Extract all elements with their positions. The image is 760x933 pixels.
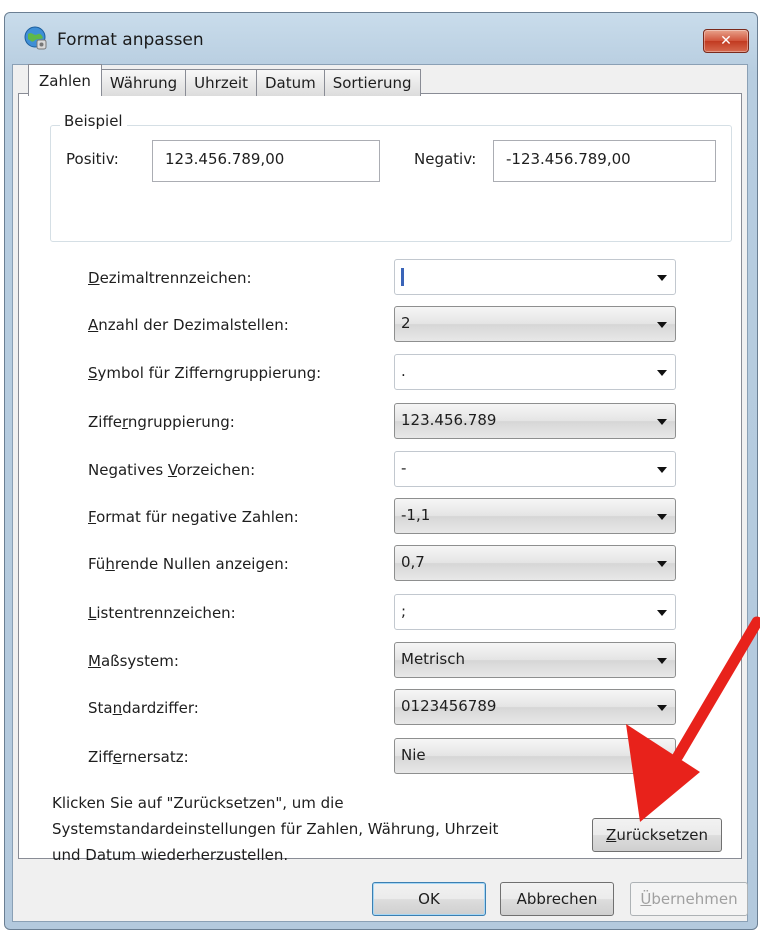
negative-label: Negativ:	[414, 150, 477, 168]
combobox-value: ;	[401, 602, 407, 620]
apply-button[interactable]: Übernehmen	[630, 882, 748, 916]
combobox-value: Nie	[401, 746, 426, 764]
dropdown-arrow-icon[interactable]	[657, 705, 667, 711]
apply-button-accesskey: Ü	[640, 890, 652, 908]
setting-label-text: ngruppierung:	[127, 413, 235, 431]
setting-combobox-3[interactable]: 123.456.789	[394, 403, 676, 439]
tab-zahlen[interactable]: Zahlen	[28, 64, 102, 96]
dropdown-arrow-icon[interactable]	[657, 275, 667, 281]
setting-label-text: ymbol für Zifferngruppierung:	[97, 364, 322, 382]
reset-hint-text: Klicken Sie auf "Zurücksetzen", um die S…	[52, 790, 572, 868]
example-group-title: Beispiel	[60, 112, 127, 130]
reset-hint-line-2: Systemstandardeinstellungen für Zahlen, …	[52, 820, 499, 838]
setting-combobox-2[interactable]: .	[394, 354, 676, 390]
setting-label-1: Anzahl der Dezimalstellen:	[88, 316, 289, 334]
combobox-value: 0123456789	[401, 697, 497, 715]
setting-label-accesskey: F	[88, 508, 97, 526]
setting-label-0: Dezimaltrennzeichen:	[88, 269, 252, 287]
tab-uhrzeit[interactable]: Uhrzeit	[185, 69, 257, 96]
setting-label-6: Führende Nullen anzeigen:	[88, 555, 289, 573]
tab-strip: Zahlen Währung Uhrzeit Datum Sortierung	[28, 64, 421, 96]
dropdown-arrow-icon[interactable]	[657, 467, 667, 473]
setting-label-text: Ziff	[88, 748, 113, 766]
combobox-value: -	[401, 459, 407, 477]
globe-icon	[24, 26, 47, 50]
dropdown-arrow-icon[interactable]	[657, 322, 667, 328]
negative-example-field: -123.456.789,00	[493, 140, 716, 182]
tab-sortierung[interactable]: Sortierung	[323, 69, 421, 96]
setting-label-text: rende Nullen anzeigen:	[114, 555, 289, 573]
setting-label-text: ormat für negative Zahlen:	[96, 508, 299, 526]
setting-label-text: orzeichen:	[177, 461, 256, 479]
tab-datum[interactable]: Datum	[255, 69, 325, 96]
dropdown-arrow-icon[interactable]	[657, 610, 667, 616]
setting-label-2: Symbol für Zifferngruppierung:	[88, 364, 321, 382]
combobox-value: 2	[401, 314, 411, 332]
setting-combobox-10[interactable]: Nie	[394, 738, 676, 774]
setting-label-text: Ziffe	[88, 413, 123, 431]
setting-label-accesskey: D	[88, 269, 100, 287]
setting-combobox-0[interactable]: ,	[394, 259, 676, 295]
setting-label-9: Standardziffer:	[88, 699, 199, 717]
setting-combobox-9[interactable]: 0123456789	[394, 689, 676, 725]
setting-label-text: Fü	[88, 555, 106, 573]
setting-label-3: Zifferngruppierung:	[88, 413, 235, 431]
combobox-value: 123.456.789	[401, 411, 497, 429]
setting-label-accesskey: A	[88, 316, 99, 334]
setting-combobox-4[interactable]: -	[394, 451, 676, 487]
reset-button-label: urücksetzen	[616, 826, 708, 844]
text-cursor	[401, 267, 404, 286]
close-button[interactable]: ✕	[703, 29, 749, 53]
combobox-value: -1,1	[401, 506, 431, 524]
setting-label-4: Negatives Vorzeichen:	[88, 461, 255, 479]
tab-währung[interactable]: Währung	[100, 69, 187, 96]
reset-hint-line-3: und Datum wiederherzustellen.	[52, 846, 289, 864]
dropdown-arrow-icon[interactable]	[657, 514, 667, 520]
ok-button[interactable]: OK	[372, 882, 486, 916]
setting-label-text: aßsystem:	[100, 652, 179, 670]
title-bar[interactable]: Format anpassen ✕	[5, 13, 757, 65]
dropdown-arrow-icon[interactable]	[657, 419, 667, 425]
cancel-button[interactable]: Abbrechen	[500, 882, 614, 916]
setting-combobox-7[interactable]: ;	[394, 594, 676, 630]
window-title: Format anpassen	[57, 30, 204, 50]
setting-label-text: Negatives	[88, 461, 168, 479]
setting-label-8: Maßsystem:	[88, 652, 179, 670]
setting-combobox-1[interactable]: 2	[394, 306, 676, 342]
setting-label-7: Listentrennzeichen:	[88, 604, 236, 622]
setting-label-text: dardziffer:	[122, 699, 199, 717]
setting-label-accesskey: M	[88, 652, 101, 670]
close-icon: ✕	[720, 33, 732, 49]
positive-example-field: 123.456.789,00	[152, 140, 380, 182]
setting-label-10: Ziffernersatz:	[88, 748, 189, 766]
setting-combobox-8[interactable]: Metrisch	[394, 642, 676, 678]
dropdown-arrow-icon[interactable]	[657, 370, 667, 376]
setting-label-accesskey: V	[167, 461, 178, 479]
reset-hint-line-1: Klicken Sie auf "Zurücksetzen", um die	[52, 794, 344, 812]
setting-label-5: Format für negative Zahlen:	[88, 508, 299, 526]
combobox-value: 0,7	[401, 553, 425, 571]
combobox-value: Metrisch	[401, 650, 465, 668]
dropdown-arrow-icon[interactable]	[657, 658, 667, 664]
cancel-button-label: Abbrechen	[516, 890, 598, 908]
reset-button-accesskey: Z	[606, 826, 617, 844]
setting-label-text: Sta	[88, 699, 113, 717]
setting-label-accesskey: S	[88, 364, 98, 382]
combobox-value: .	[401, 362, 406, 380]
setting-label-text: istentrennzeichen:	[96, 604, 236, 622]
dropdown-arrow-icon[interactable]	[657, 561, 667, 567]
dropdown-arrow-icon[interactable]	[657, 754, 667, 760]
setting-label-accesskey: e	[112, 748, 123, 766]
positive-label: Positiv:	[66, 150, 119, 168]
setting-combobox-6[interactable]: 0,7	[394, 545, 676, 581]
reset-button[interactable]: Zurücksetzen	[592, 818, 722, 852]
setting-label-accesskey: n	[112, 699, 123, 717]
setting-combobox-5[interactable]: -1,1	[394, 498, 676, 534]
apply-button-label: bernehmen	[651, 890, 738, 908]
setting-label-text: rnersatz:	[122, 748, 189, 766]
setting-label-accesskey: h	[105, 555, 115, 573]
ok-button-label: OK	[418, 890, 440, 908]
setting-label-text: nzahl der Dezimalstellen:	[98, 316, 289, 334]
setting-label-text: ezimaltrennzeichen:	[99, 269, 252, 287]
